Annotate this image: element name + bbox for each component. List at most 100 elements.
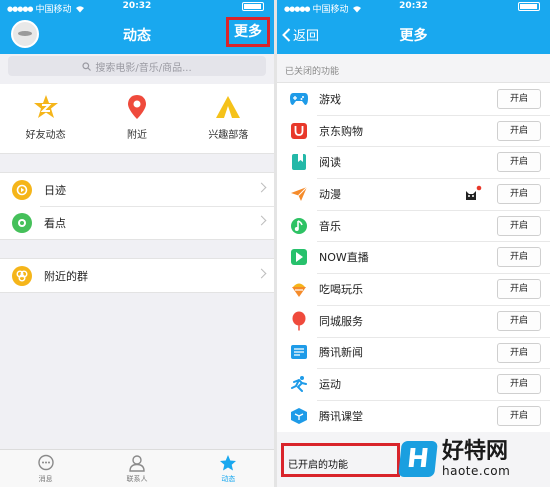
enable-button[interactable]: 开启 bbox=[497, 279, 541, 300]
friend-feed-icon bbox=[33, 95, 58, 118]
status-bar: ●●●●● 中国移动 20:32 bbox=[277, 0, 550, 15]
enable-button[interactable]: 开启 bbox=[497, 342, 541, 363]
enable-button[interactable]: 开启 bbox=[497, 215, 541, 236]
now-live-icon bbox=[289, 247, 309, 267]
battery-icon bbox=[518, 2, 540, 11]
nearby-group-icon bbox=[12, 265, 32, 286]
feature-label: 音乐 bbox=[319, 219, 341, 233]
feature-row-food: 吃喝玩乐 开启 bbox=[277, 273, 550, 305]
quick-label: 兴趣部落 bbox=[208, 130, 249, 141]
watermark-logo: H bbox=[398, 440, 438, 477]
quick-label: 好友动态 bbox=[25, 130, 66, 141]
enable-button[interactable]: 开启 bbox=[497, 374, 541, 395]
feature-label: NOW直播 bbox=[319, 251, 369, 265]
closed-features-list: 游戏 开启 京东购物 开启 阅读 开启 动漫 开启 音乐 开启 NOW直播 开启… bbox=[277, 82, 550, 432]
tab-label: 动态 bbox=[221, 475, 236, 483]
tab-label: 消息 bbox=[38, 475, 53, 483]
row-label: 附近的群 bbox=[44, 269, 88, 283]
tribe-tent-icon bbox=[216, 96, 241, 118]
jd-shopping-icon bbox=[289, 121, 309, 141]
enable-button[interactable]: 开启 bbox=[497, 120, 541, 141]
search-icon bbox=[82, 61, 92, 71]
feature-row-news: 腾讯新闻 开启 bbox=[277, 336, 550, 369]
chevron-right-icon bbox=[256, 182, 267, 193]
quick-entries: 好友动态 附近 兴趣部落 bbox=[0, 84, 274, 154]
tab-messages[interactable]: 消息 bbox=[0, 450, 91, 487]
screenshot-composite: ●●●●● 中国移动 20:32 动态 更多 搜索电影/音乐/商品... 好友动态… bbox=[0, 0, 550, 487]
feature-row-sports: 运动 开启 bbox=[277, 368, 550, 400]
music-note-icon bbox=[289, 216, 309, 236]
feature-row-reading: 阅读 开启 bbox=[277, 146, 550, 178]
enable-button[interactable]: 开启 bbox=[497, 89, 541, 109]
balloon-icon bbox=[289, 311, 309, 331]
closed-features-label: 已关闭的功能 bbox=[285, 67, 340, 77]
status-bar: ●●●●● 中国移动 20:32 bbox=[0, 0, 274, 15]
gamepad-icon bbox=[289, 89, 309, 109]
feature-label: 运动 bbox=[319, 378, 341, 392]
feature-label: 腾讯新闻 bbox=[319, 346, 363, 360]
feature-row-music: 音乐 开启 bbox=[277, 209, 550, 242]
watermark-name: 好特网 bbox=[442, 438, 509, 464]
enable-button[interactable]: 开启 bbox=[497, 184, 541, 205]
tab-moments[interactable]: 动态 bbox=[183, 450, 274, 487]
right-screen: ●●●●●中国移动 20:32 返回 更多 已关闭的功能 游戏 开启 京东购物 bbox=[277, 0, 550, 487]
paper-plane-icon bbox=[289, 184, 309, 204]
food-icon bbox=[289, 279, 309, 299]
highlights-eye-icon bbox=[12, 212, 32, 233]
chevron-right-icon bbox=[256, 268, 267, 279]
nav-bar: 返回 更多 bbox=[277, 14, 550, 54]
quick-friend-feed[interactable]: 好友动态 bbox=[0, 84, 91, 153]
feature-group-1: 日迹 看点 bbox=[0, 172, 274, 240]
bookmark-icon bbox=[289, 152, 309, 172]
site-watermark: H 好特网 haote.com bbox=[398, 430, 550, 487]
contacts-icon bbox=[129, 455, 145, 472]
enable-button[interactable]: 开启 bbox=[497, 405, 541, 426]
chevron-right-icon bbox=[256, 215, 267, 226]
clock: 20:32 bbox=[399, 1, 428, 11]
location-pin-icon bbox=[127, 95, 146, 119]
watermark-domain: haote.com bbox=[442, 463, 511, 478]
feature-label: 京东购物 bbox=[319, 124, 363, 138]
enable-button[interactable]: 开启 bbox=[497, 247, 541, 268]
classroom-icon bbox=[289, 406, 309, 426]
feature-row-anime: 动漫 开启 bbox=[277, 178, 550, 210]
message-icon bbox=[37, 454, 54, 471]
running-icon bbox=[289, 374, 309, 394]
battery-icon bbox=[242, 2, 264, 11]
tab-label: 联系人 bbox=[126, 475, 148, 483]
clock: 20:32 bbox=[122, 1, 152, 11]
quick-label: 附近 bbox=[126, 130, 147, 141]
row-label: 日迹 bbox=[44, 183, 66, 197]
row-highlights[interactable]: 看点 bbox=[0, 206, 274, 239]
feature-label: 腾讯课堂 bbox=[319, 409, 363, 423]
news-icon bbox=[289, 342, 309, 362]
quick-tribe[interactable]: 兴趣部落 bbox=[183, 84, 274, 153]
nav-bar: 动态 更多 bbox=[0, 14, 274, 54]
search-placeholder: 搜索电影/音乐/商品... bbox=[95, 62, 192, 74]
row-label: 看点 bbox=[44, 216, 66, 230]
quick-nearby[interactable]: 附近 bbox=[91, 84, 182, 153]
left-screen: ●●●●● 中国移动 20:32 动态 更多 搜索电影/音乐/商品... 好友动态… bbox=[0, 0, 274, 487]
star-icon bbox=[220, 455, 237, 471]
tab-contacts[interactable]: 联系人 bbox=[91, 450, 182, 487]
feature-group-2: 附近的群 bbox=[0, 258, 274, 293]
enable-button[interactable]: 开启 bbox=[497, 310, 541, 331]
feature-row-jd: 京东购物 开启 bbox=[277, 114, 550, 147]
feature-row-local-service: 同城服务 开启 bbox=[277, 304, 550, 337]
cat-mascot-icon bbox=[464, 185, 482, 201]
daily-trace-icon bbox=[12, 179, 32, 200]
feature-row-game: 游戏 开启 bbox=[277, 83, 550, 115]
search-bar[interactable]: 搜索电影/音乐/商品... bbox=[8, 56, 266, 76]
row-nearby-group[interactable]: 附近的群 bbox=[0, 259, 274, 292]
feature-label: 阅读 bbox=[319, 156, 341, 170]
feature-row-now-live: NOW直播 开启 bbox=[277, 241, 550, 273]
feature-label: 吃喝玩乐 bbox=[319, 282, 363, 296]
tab-bar: 消息 联系人 动态 bbox=[0, 449, 274, 487]
row-daily-trace[interactable]: 日迹 bbox=[0, 173, 274, 206]
feature-label: 动漫 bbox=[319, 187, 341, 201]
feature-label: 游戏 bbox=[319, 92, 341, 106]
enable-button[interactable]: 开启 bbox=[497, 152, 541, 173]
more-button[interactable]: 更多 bbox=[226, 17, 270, 47]
feature-row-classroom: 腾讯课堂 开启 bbox=[277, 399, 550, 432]
page-title: 更多 bbox=[399, 28, 428, 44]
